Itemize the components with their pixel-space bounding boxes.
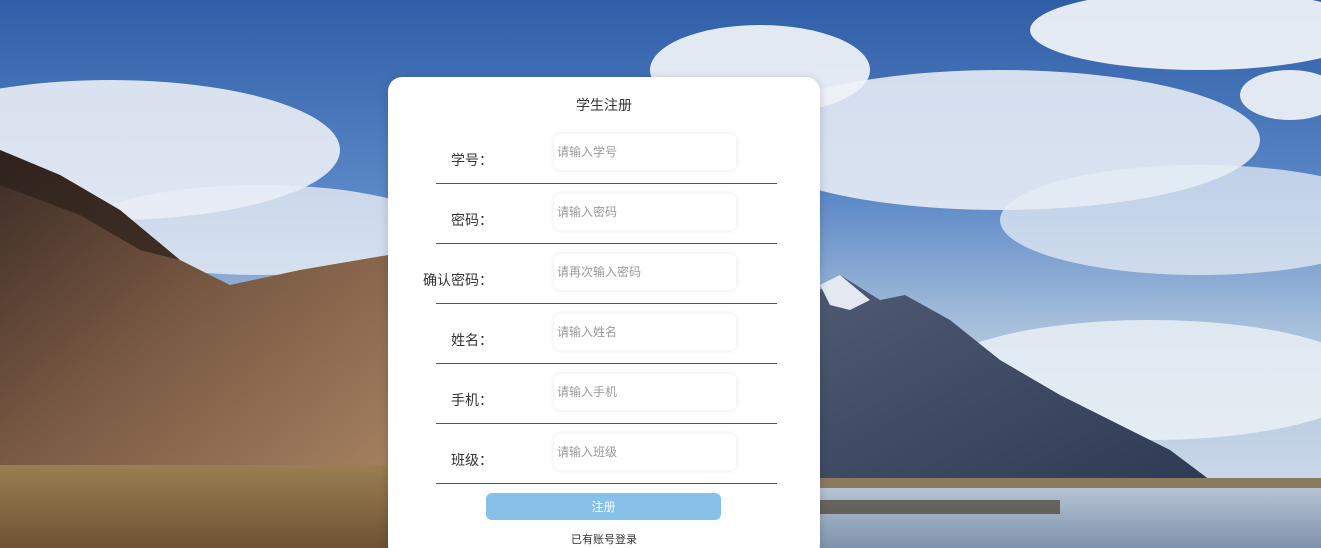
class-input[interactable] xyxy=(554,434,736,470)
student-id-input[interactable] xyxy=(554,134,736,170)
password-label: 密码： xyxy=(451,213,493,229)
password-input[interactable] xyxy=(554,194,736,230)
phone-input[interactable] xyxy=(554,374,736,410)
register-card: 学生注册 学号： 密码： 确认密码： 姓名： 手机： 班级： 注册 已有账号登录 xyxy=(388,77,820,548)
field-row-password: 密码： xyxy=(436,184,777,244)
field-row-name: 姓名： xyxy=(436,304,777,364)
name-input[interactable] xyxy=(554,314,736,350)
register-button[interactable]: 注册 xyxy=(486,493,721,520)
confirm-password-input[interactable] xyxy=(554,254,736,290)
confirm-password-label: 确认密码： xyxy=(423,273,493,289)
name-label: 姓名： xyxy=(451,333,493,349)
phone-label: 手机： xyxy=(451,393,493,409)
student-id-label: 学号： xyxy=(451,153,493,169)
class-label: 班级： xyxy=(451,453,493,469)
field-row-confirm-password: 确认密码： xyxy=(423,244,777,304)
field-row-student-id: 学号： xyxy=(436,124,777,184)
field-row-class: 班级： xyxy=(436,424,777,484)
page-title: 学生注册 xyxy=(576,98,632,114)
field-row-phone: 手机： xyxy=(436,364,777,424)
login-link[interactable]: 已有账号登录 xyxy=(388,531,820,547)
